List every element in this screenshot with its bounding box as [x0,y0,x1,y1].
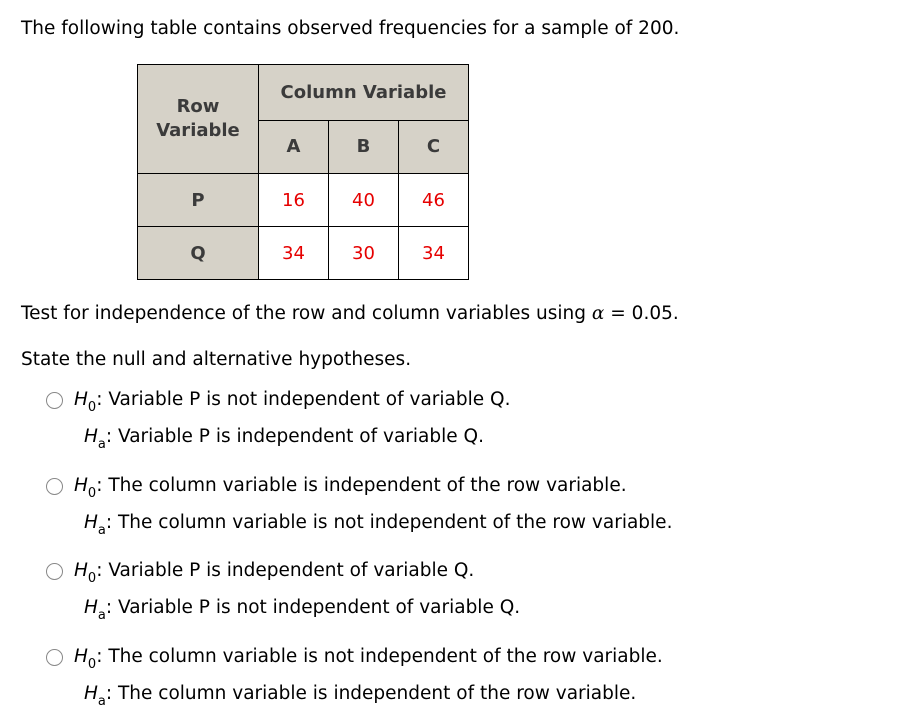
alt-hypothesis-text: : Variable P is not independent of varia… [105,597,521,618]
column-header-c: C [398,119,469,174]
subscript-0: 0 [87,571,97,586]
subscript-0: 0 [87,657,97,672]
column-header-a: A [258,119,329,174]
table-row: P 16 40 46 [137,173,469,227]
h-symbol: H [84,683,98,704]
row-variable-header: Row Variable [137,64,259,174]
h-symbol: H [84,426,98,447]
cell-q-b: 30 [328,226,399,280]
option-3-null: H0: Variable P is independent of variabl… [74,560,475,586]
subscript-0: 0 [87,400,97,415]
alt-hypothesis-text: : The column variable is independent of … [105,683,637,704]
radio-button-4[interactable] [46,649,63,666]
null-hypothesis-text: : The column variable is independent of … [96,475,627,496]
option-4-alt: Ha: The column variable is independent o… [84,683,637,709]
h-symbol: H [74,475,88,496]
subscript-0: 0 [87,486,97,501]
h-symbol: H [84,597,98,618]
cell-p-c: 46 [398,173,469,227]
frequency-table: Row Variable Column Variable A B C P 16 … [137,64,469,280]
test-prompt: Test for independence of the row and col… [21,303,679,324]
radio-button-2[interactable] [46,478,63,495]
radio-button-1[interactable] [46,392,63,409]
row-header-line2: Variable [156,120,240,141]
alpha-value: = 0.05. [604,303,679,324]
alt-hypothesis-text: : The column variable is not independent… [105,512,673,533]
h-symbol: H [74,560,88,581]
cell-q-a: 34 [258,226,329,280]
column-variable-header: Column Variable [258,64,469,121]
cell-q-c: 34 [398,226,469,280]
option-1-null: H0: Variable P is not independent of var… [74,389,511,415]
h-symbol: H [74,646,88,667]
null-hypothesis-text: : Variable P is independent of variable … [96,560,475,581]
option-4-null: H0: The column variable is not independe… [74,646,663,672]
option-2-null: H0: The column variable is independent o… [74,475,627,501]
test-prompt-text: Test for independence of the row and col… [21,303,592,324]
cell-p-a: 16 [258,173,329,227]
alt-hypothesis-text: : Variable P is independent of variable … [105,426,484,447]
null-hypothesis-text: : The column variable is not independent… [96,646,663,667]
subscript-a: a [97,694,106,709]
h-symbol: H [84,512,98,533]
intro-text: The following table contains observed fr… [21,18,680,39]
null-hypothesis-text: : Variable P is not independent of varia… [96,389,511,410]
instruction-text: State the null and alternative hypothese… [21,349,412,370]
h-symbol: H [74,389,88,410]
subscript-a: a [97,608,106,623]
option-3-alt: Ha: Variable P is not independent of var… [84,597,521,623]
alpha-symbol: α [591,303,605,324]
cell-p-b: 40 [328,173,399,227]
row-header-q: Q [137,226,259,280]
column-header-b: B [328,119,399,174]
option-2-alt: Ha: The column variable is not independe… [84,512,673,538]
subscript-a: a [97,523,106,538]
option-1-alt: Ha: Variable P is independent of variabl… [84,426,484,452]
radio-button-3[interactable] [46,563,63,580]
row-header-line1: Row [176,96,220,117]
subscript-a: a [97,437,106,452]
row-header-p: P [137,173,259,227]
table-row: Q 34 30 34 [137,226,469,280]
